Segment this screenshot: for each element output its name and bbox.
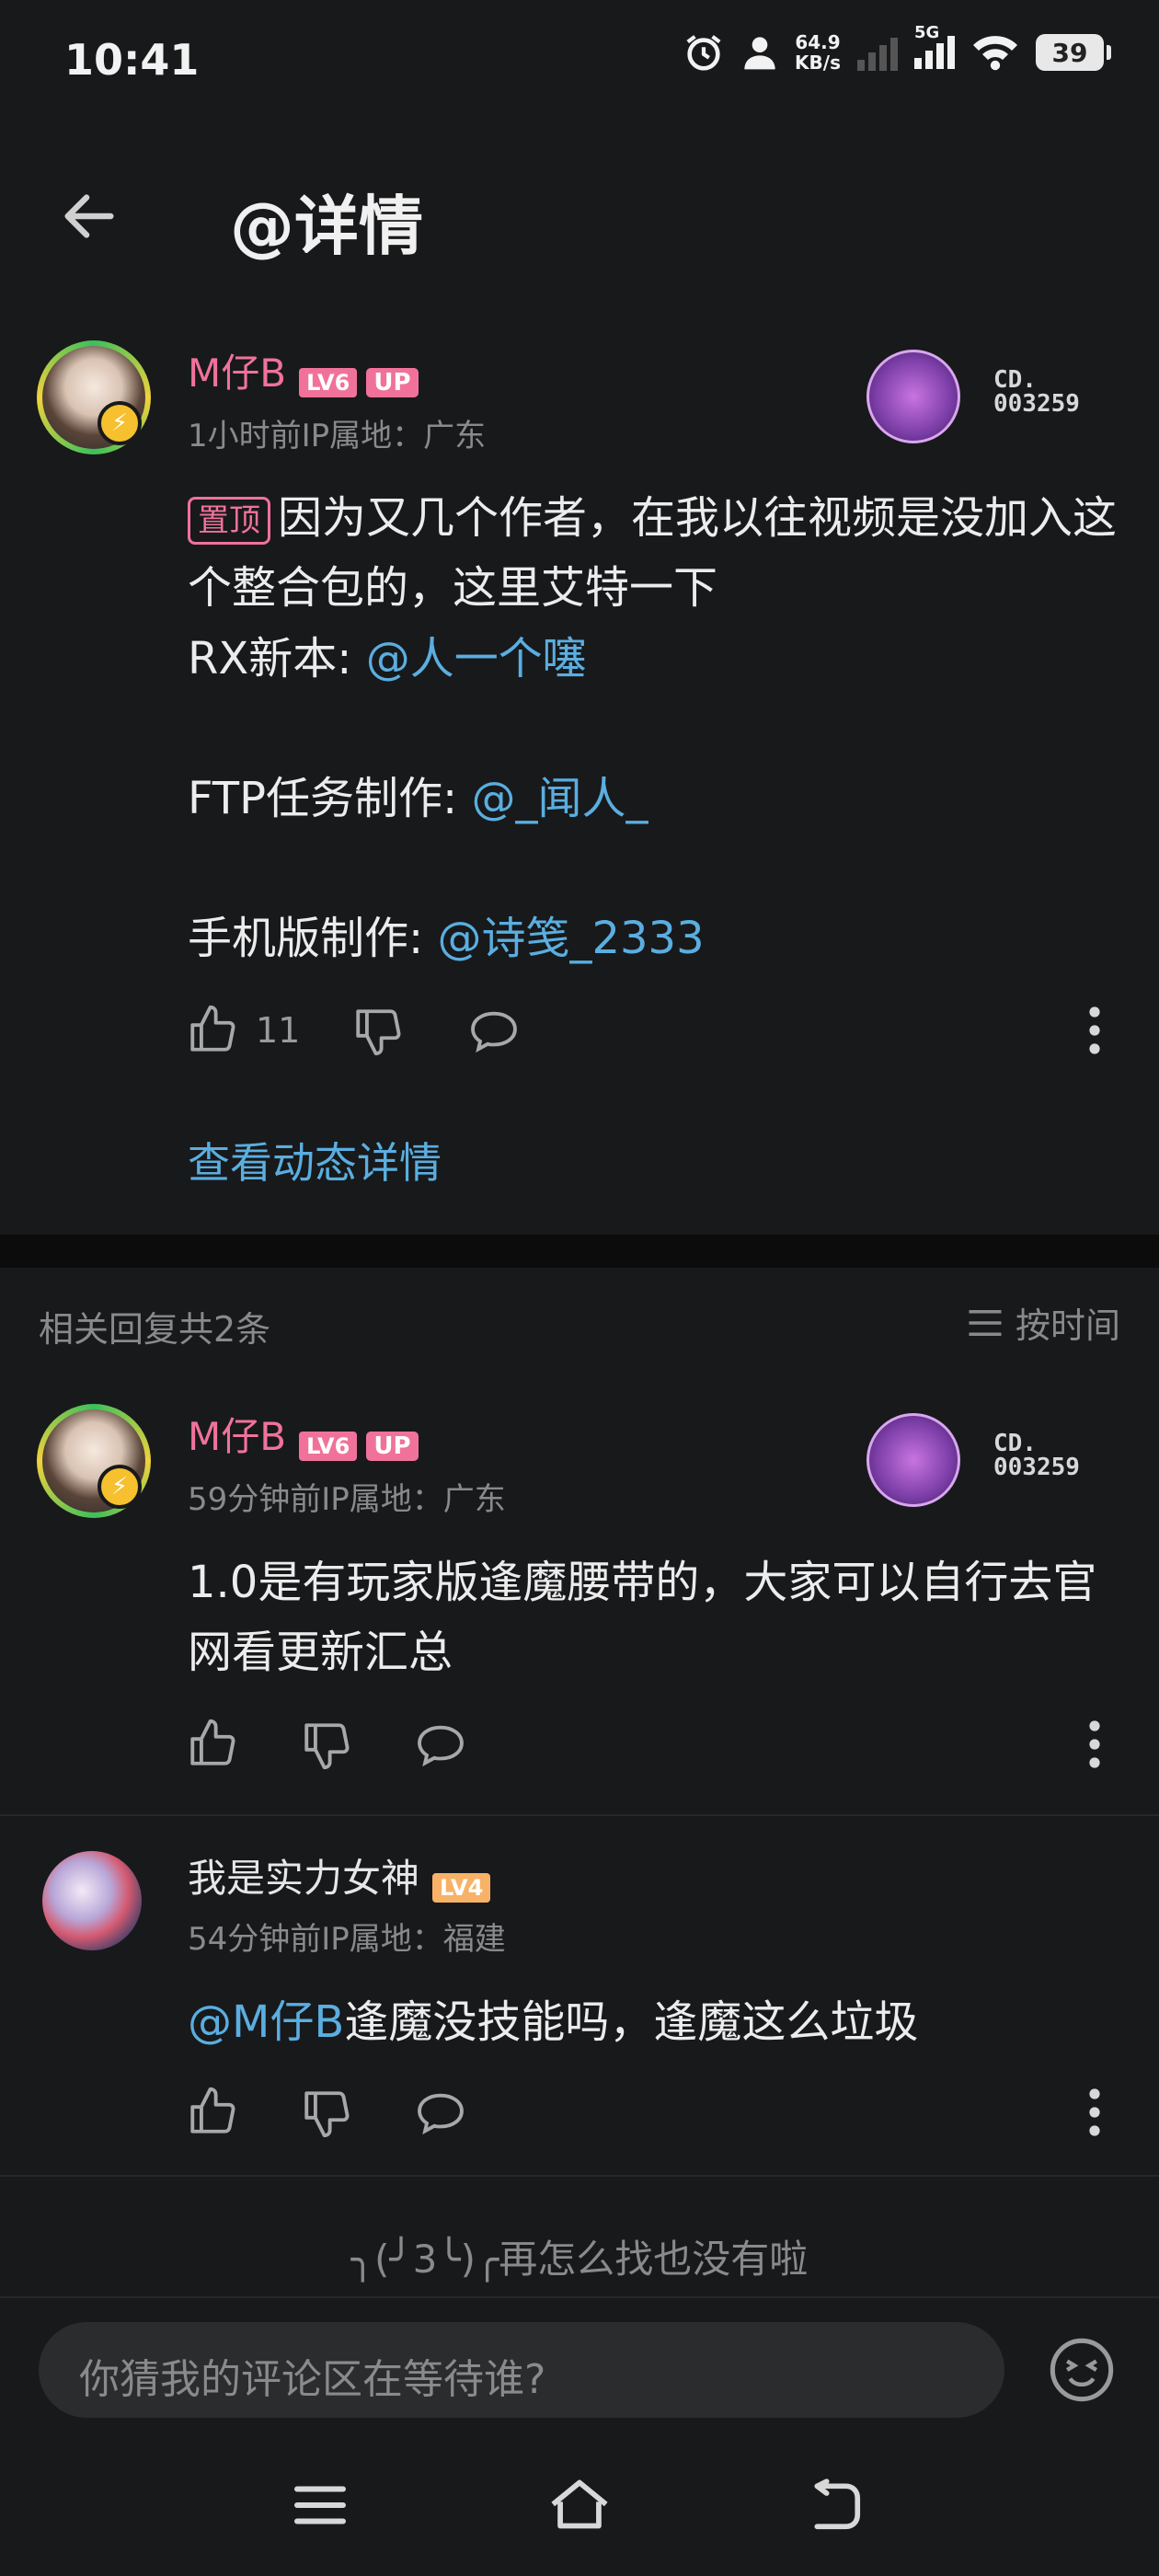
reply-icon[interactable]: [414, 1719, 467, 1772]
reply1-user-line: M仔B LV6 UP: [188, 1406, 419, 1462]
up-badge: UP: [366, 367, 419, 397]
reply-icon[interactable]: [467, 1005, 521, 1058]
more-options-icon[interactable]: [1089, 1720, 1100, 1768]
status-icons: 64.9 KB/s 5G 39: [683, 23, 1111, 74]
reply1-text: 1.0是有玩家版逢魔腰带的，大家可以自行去官网看更新汇总: [188, 1557, 1097, 1678]
reply2-avatar[interactable]: [42, 1851, 142, 1950]
dislike-icon[interactable]: [300, 1719, 353, 1772]
fan-badge-icon[interactable]: [866, 1413, 960, 1507]
reply1-avatar[interactable]: ⚡: [37, 1404, 151, 1518]
end-of-list-text: ╮(╯3╰)╭再怎么找也没有啦: [350, 2237, 809, 2282]
main-meta: 1小时前IP属地：广东: [188, 418, 487, 454]
ftp-label: FTP任务制作:: [188, 773, 458, 824]
rx-mention-link[interactable]: @人一个噻: [366, 633, 587, 684]
main-text-line1: 因为又几个作者，在我以往视频是没加入这个整合包的，这里艾特一下: [188, 492, 1118, 614]
reply2-mention-link[interactable]: @M仔B: [188, 1996, 344, 2048]
reply-divider: [0, 1814, 1159, 1816]
dislike-icon[interactable]: [300, 2087, 353, 2140]
dislike-icon[interactable]: [351, 1005, 405, 1058]
lightning-icon: ⚡: [98, 1465, 142, 1509]
emoji-icon[interactable]: [1047, 2335, 1117, 2405]
up-badge: UP: [366, 1431, 419, 1461]
input-divider: [0, 2296, 1159, 2298]
reply1-meta: 59分钟前IP属地：广东: [188, 1481, 506, 1518]
signal-5g: 5G: [914, 23, 955, 73]
ftp-line: FTP任务制作: @_闻人_: [188, 764, 648, 834]
main-avatar[interactable]: ⚡: [37, 340, 151, 454]
section-divider: [0, 1235, 1159, 1268]
reply2-meta: 54分钟前IP属地：福建: [188, 1921, 506, 1958]
fan-badge-number: CD. 003259: [993, 368, 1080, 416]
like-icon[interactable]: [186, 2085, 239, 2138]
more-options-icon[interactable]: [1089, 1006, 1100, 1054]
signal-weak-icon: [857, 38, 898, 71]
battery: 39: [1036, 34, 1111, 71]
ftp-mention-link[interactable]: @_闻人_: [471, 773, 648, 824]
fan-badge-code: 003259: [993, 1454, 1080, 1481]
alarm-icon: [686, 35, 721, 71]
like-icon[interactable]: [186, 1717, 239, 1770]
like-icon[interactable]: [186, 1003, 239, 1056]
mobile-mention-link[interactable]: @诗笺_2333: [437, 913, 704, 964]
fan-badge-number: CD. 003259: [993, 1432, 1080, 1479]
like-count: 11: [256, 1010, 301, 1051]
level-badge: LV4: [432, 1872, 491, 1903]
home-nav-icon[interactable]: [548, 2477, 611, 2532]
reply2-text: 逢魔没技能吗，逢魔这么垃圾: [344, 1996, 919, 2048]
network-type: 5G: [914, 23, 940, 42]
lightning-icon: ⚡: [98, 401, 142, 445]
wifi-icon: [973, 36, 1017, 71]
fan-badge-prefix: CD.: [993, 1430, 1037, 1457]
level-badge: LV6: [299, 367, 358, 397]
fan-badge-icon[interactable]: [866, 350, 960, 443]
menu-nav-icon[interactable]: [293, 2482, 348, 2528]
reply-count-label: 相关回复共2条: [39, 1309, 271, 1350]
reply-divider: [0, 2175, 1159, 2177]
back-nav-icon[interactable]: [808, 2478, 865, 2532]
pinned-tag: 置顶: [188, 497, 270, 545]
mobile-line: 手机版制作: @诗笺_2333: [188, 903, 705, 973]
person-icon: [744, 37, 775, 70]
fan-badge-prefix: CD.: [993, 366, 1037, 394]
sort-lines-icon: [969, 1309, 1002, 1336]
sort-label: 按时间: [1015, 1305, 1120, 1346]
fan-badge-code: 003259: [993, 390, 1080, 418]
reply2-text-line: @M仔B逢魔没技能吗，逢魔这么垃圾: [188, 1987, 918, 2057]
status-time: 10:41: [64, 35, 200, 85]
net-speed-unit: KB/s: [795, 52, 841, 74]
net-speed: 64.9 KB/s: [795, 32, 841, 73]
comment-input-placeholder[interactable]: 你猜我的评论区在等待谁?: [79, 2346, 545, 2405]
main-username[interactable]: M仔B: [188, 351, 286, 396]
page-title: @详情: [230, 189, 423, 264]
sort-toggle[interactable]: 按时间: [966, 1297, 1120, 1348]
reply2-username[interactable]: 我是实力女神: [188, 1856, 419, 1901]
more-options-icon[interactable]: [1089, 2088, 1100, 2136]
reply2-user-line: 我是实力女神 LV4: [188, 1847, 491, 1903]
reply1-username[interactable]: M仔B: [188, 1414, 286, 1459]
net-speed-value: 64.9: [795, 31, 841, 53]
main-user-line: M仔B LV6 UP: [188, 342, 419, 398]
rx-label: RX新本:: [188, 633, 352, 684]
rx-line: RX新本: @人一个噻: [188, 624, 587, 694]
level-badge: LV6: [299, 1431, 358, 1461]
mobile-label: 手机版制作:: [188, 913, 424, 964]
main-comment-text: 置顶 因为又几个作者，在我以往视频是没加入这个整合包的，这里艾特一下: [188, 483, 1126, 623]
view-post-link[interactable]: 查看动态详情: [188, 1130, 442, 1190]
back-arrow-icon[interactable]: [57, 184, 121, 248]
reply-icon[interactable]: [414, 2087, 467, 2140]
